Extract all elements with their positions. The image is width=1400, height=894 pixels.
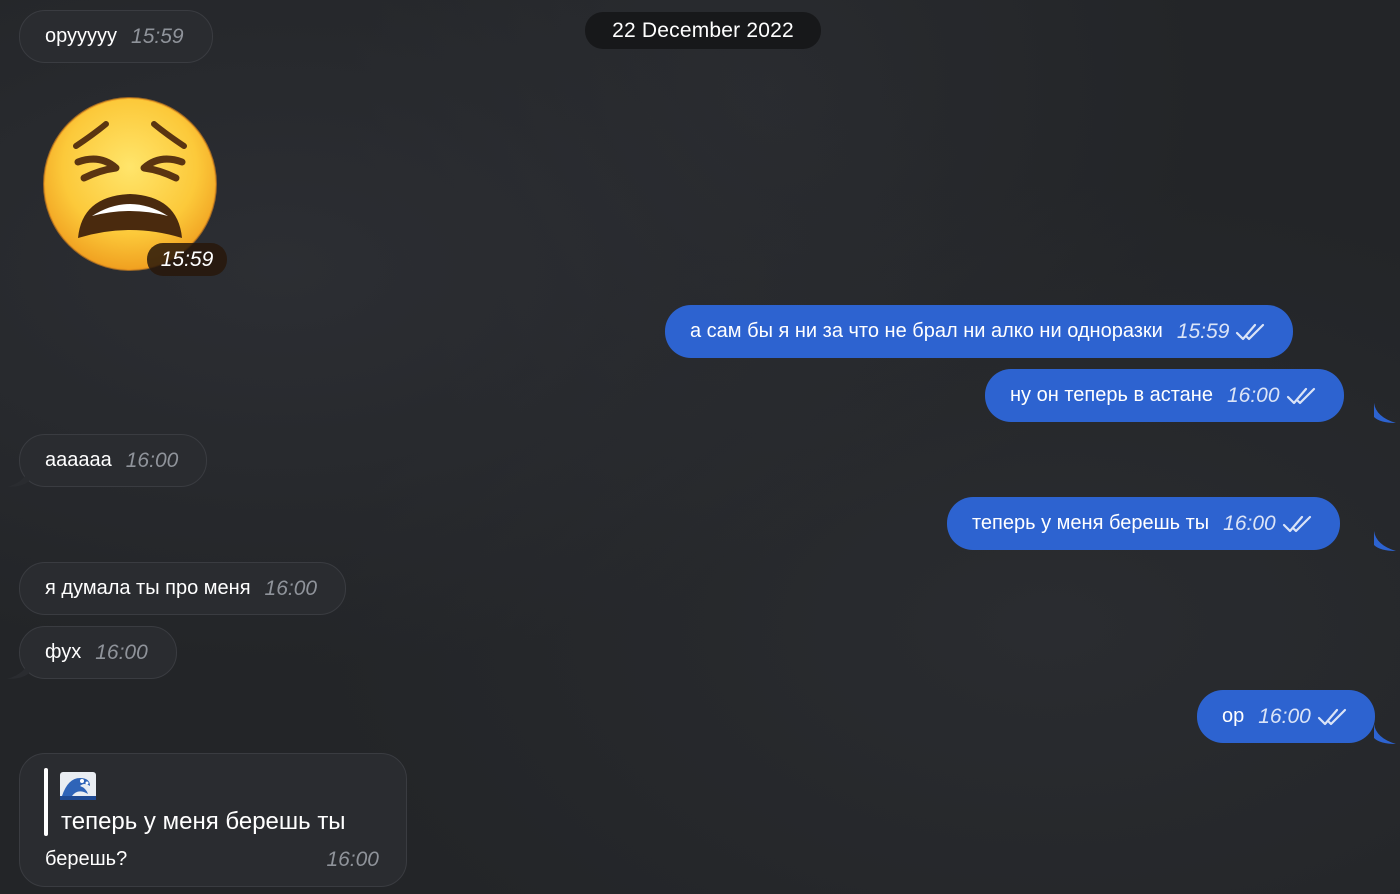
message-text: теперь у меня берешь ты xyxy=(972,512,1210,534)
message-bubble-incoming[interactable]: аааааа 16:00 xyxy=(19,434,208,487)
sticker-time: 15:59 xyxy=(147,243,227,276)
message-text: ор xyxy=(1222,705,1245,727)
bubble-tail xyxy=(7,467,29,487)
message-text: а сам бы я ни за что не брал ни алко ни … xyxy=(690,320,1163,342)
date-separator: 22 December 2022 xyxy=(585,12,821,49)
message-bubble-outgoing[interactable]: а сам бы я ни за что не брал ни алко ни … xyxy=(665,305,1294,358)
message-bubble-incoming[interactable]: орууууу 15:59 xyxy=(19,10,213,63)
wave-icon xyxy=(60,772,96,800)
message-time: 16:00 xyxy=(95,640,148,664)
reply-quote-bar xyxy=(44,768,48,836)
message-text: берешь? xyxy=(45,848,128,870)
bubble-tail xyxy=(1374,724,1396,744)
double-check-icon xyxy=(1236,323,1265,340)
message-bubble-outgoing[interactable]: ну он теперь в астане 16:00 xyxy=(985,369,1344,422)
message-bubble-incoming[interactable]: фух 16:00 xyxy=(19,626,177,679)
chat-window: 22 December 2022 орууууу 15:59 15:59 а с… xyxy=(0,0,1400,894)
message-bubble-outgoing[interactable]: теперь у меня берешь ты 16:00 xyxy=(947,497,1340,550)
message-text: я думала ты про меня xyxy=(45,577,251,599)
double-check-icon xyxy=(1317,708,1346,725)
double-check-icon xyxy=(1282,515,1311,532)
message-time: 16:00 xyxy=(1258,704,1311,728)
bubble-tail xyxy=(7,659,29,679)
reply-quote-text: теперь у меня берешь ты xyxy=(61,808,346,835)
message-bubble-incoming[interactable]: я думала ты про меня 16:00 xyxy=(19,562,347,615)
message-time: 15:59 xyxy=(131,24,184,48)
message-bubble-outgoing[interactable]: ор 16:00 xyxy=(1197,690,1375,743)
message-time: 15:59 xyxy=(1176,319,1230,343)
message-text: ну он теперь в астане xyxy=(1010,384,1213,406)
message-time: 16:00 xyxy=(1223,511,1276,535)
message-time: 16:00 xyxy=(125,448,179,472)
message-text: орууууу xyxy=(45,25,118,47)
double-check-icon xyxy=(1286,387,1315,404)
bubble-tail xyxy=(1374,531,1396,551)
reply-message-bubble[interactable]: теперь у меня берешь ты берешь? 16:00 xyxy=(19,753,407,887)
bubble-tail xyxy=(1374,403,1396,423)
message-time: 16:00 xyxy=(1226,383,1280,407)
message-time: 16:00 xyxy=(264,576,318,600)
message-text: фух xyxy=(45,641,82,663)
message-text: аааааа xyxy=(45,449,112,471)
message-time: 16:00 xyxy=(326,848,379,871)
